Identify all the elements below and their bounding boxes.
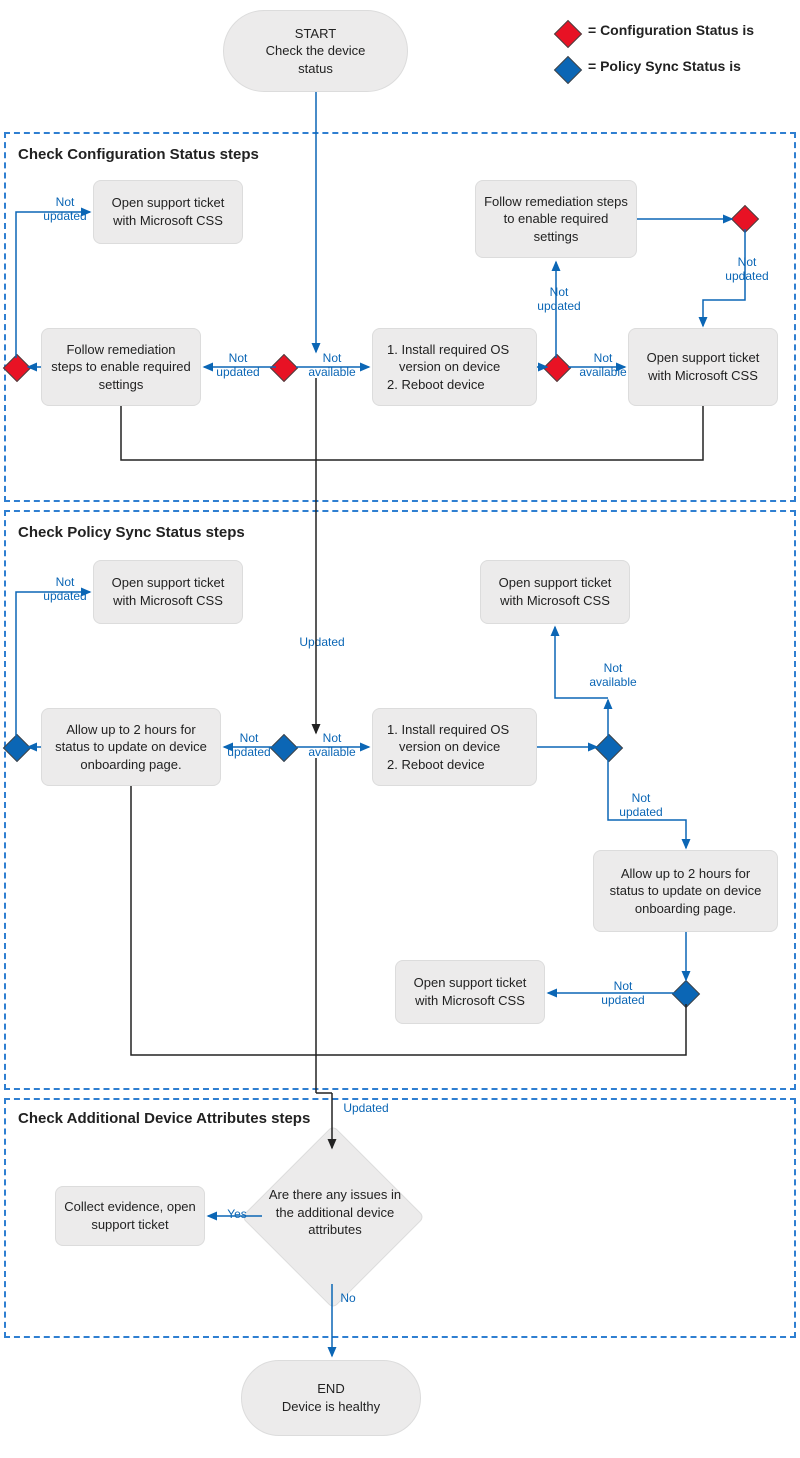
s2-wait-right: Allow up to 2 hours for status to update… [593,850,778,932]
s1-lbl-na1: Notavailable [302,352,362,380]
start-line1: START [295,26,336,41]
legend-blue-diamond [554,56,582,84]
end-line1: END [317,1381,344,1396]
s1-lbl-nu2: Notupdated [214,352,262,380]
s1-lbl-nu3: Notupdated [534,286,584,314]
s3-decision-text: Are there any issues in the additional d… [260,1186,410,1239]
s2-lbl-updated1: Updated [292,636,352,650]
s2-install-l3: 2. Reboot device [387,757,485,772]
s1-ticket-right: Open support ticket with Microsoft CSS [628,328,778,406]
s2-wait-left: Allow up to 2 hours for status to update… [41,708,221,786]
end-node: END Device is healthy [241,1360,421,1436]
s1-remediation-left: Follow remediation steps to enable requi… [41,328,201,406]
s1-lbl-na2: Notavailable [573,352,633,380]
s3-lbl-updated: Updated [336,1102,396,1116]
section3-title: Check Additional Device Attributes steps [18,1110,310,1127]
s1-install-l2: version on device [399,359,500,374]
legend-red-text: = Configuration Status is [588,22,754,38]
s2-lbl-na2: Notavailable [583,662,643,690]
start-node: START Check the device status [223,10,408,92]
s2-lbl-nu2: Notupdated [224,732,274,760]
s2-ticket-top: Open support ticket with Microsoft CSS [480,560,630,624]
s3-collect-evidence: Collect evidence, open support ticket [55,1186,205,1246]
s1-lbl-nu1: Notupdated [40,196,90,224]
s2-lbl-nu3: Notupdated [616,792,666,820]
legend-red-diamond [554,20,582,48]
s3-lbl-yes: Yes [222,1208,252,1222]
start-line3: status [298,61,333,76]
s3-lbl-no: No [338,1292,358,1306]
s1-install-l1: 1. Install required OS [387,342,509,357]
s1-install-l3: 2. Reboot device [387,377,485,392]
s2-lbl-na1: Notavailable [302,732,362,760]
diagram-stage: = Configuration Status is = Policy Sync … [0,0,800,1458]
s2-install-l2: version on device [399,739,500,754]
s1-remediation-right: Follow remediation steps to enable requi… [475,180,637,258]
s2-lbl-nu1: Notupdated [40,576,90,604]
start-line2: Check the device [266,43,366,58]
legend-blue-text: = Policy Sync Status is [588,58,741,74]
s2-ticket-bottom: Open support ticket with Microsoft CSS [395,960,545,1024]
s2-install-os: 1. Install required OS version on device… [372,708,537,786]
s2-lbl-nu4: Notupdated [598,980,648,1008]
section1-title: Check Configuration Status steps [18,146,259,163]
s1-install-os: 1. Install required OS version on device… [372,328,537,406]
s1-lbl-nu4: Notupdated [722,256,772,284]
s2-ticket-left: Open support ticket with Microsoft CSS [93,560,243,624]
s2-install-l1: 1. Install required OS [387,722,509,737]
s1-ticket-left: Open support ticket with Microsoft CSS [93,180,243,244]
section2-title: Check Policy Sync Status steps [18,524,245,541]
end-line2: Device is healthy [282,1399,380,1414]
